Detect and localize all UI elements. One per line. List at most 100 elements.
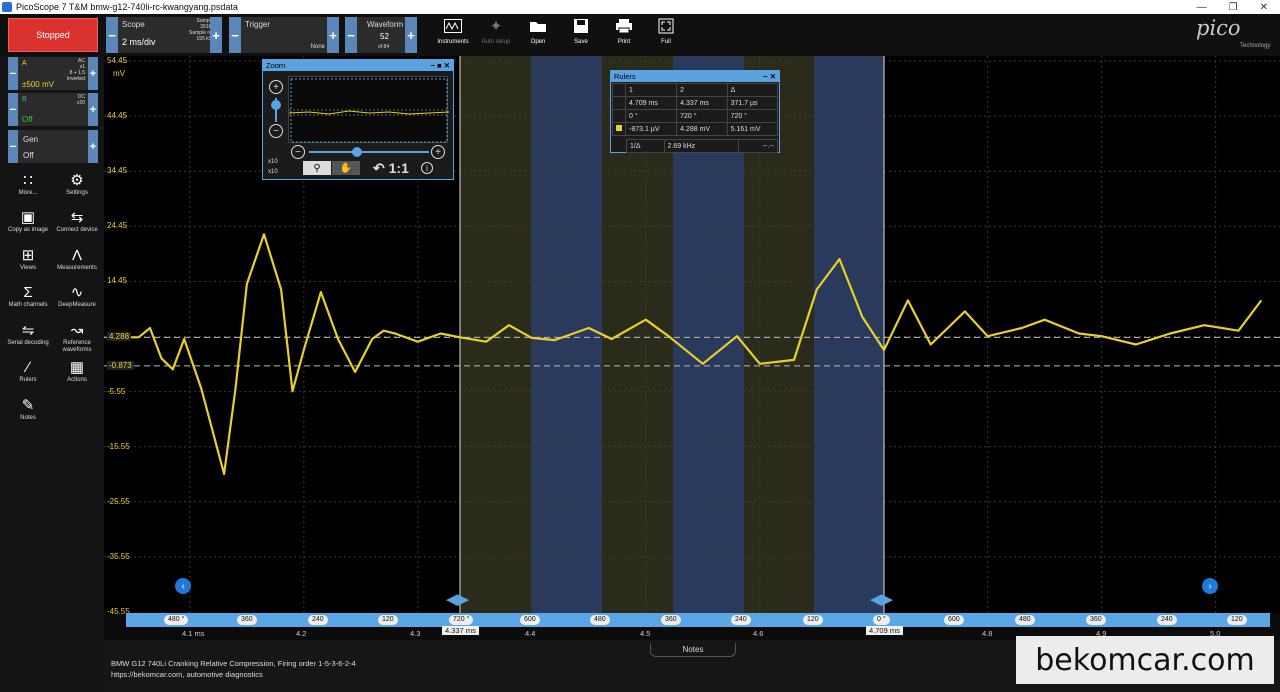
- sidebar-item-rulers[interactable]: ∕ Rulers: [2, 357, 54, 384]
- gen-decrease-button[interactable]: −: [8, 130, 18, 163]
- waveform-index[interactable]: 52: [380, 32, 389, 41]
- pan-hand-icon[interactable]: ✋: [332, 161, 360, 175]
- close-icon[interactable]: ✕: [1260, 2, 1268, 13]
- waveform-panel: − Waveform 52 of 84 +: [345, 17, 417, 53]
- notes-text[interactable]: BMW G12 740Li Cranking Relative Compress…: [111, 658, 356, 680]
- sidebar-item-actions[interactable]: ▦ Actions: [51, 357, 103, 384]
- clapper-icon: ▦: [69, 358, 85, 376]
- notes-tab[interactable]: Notes: [650, 643, 736, 657]
- scope-increase-button[interactable]: +: [210, 17, 222, 53]
- sidebar-item-measurements[interactable]: Λ Measurements: [51, 245, 103, 272]
- full-screen-button[interactable]: Full: [646, 18, 686, 52]
- channel-a-panel[interactable]: − A ±500 mV AC x1 8 + 1.5 Inverted +: [8, 57, 98, 90]
- printer-icon: [615, 18, 633, 34]
- ruler-2-handle[interactable]: ◀▶: [870, 590, 893, 608]
- title-bar: PicoScope 7 T&M bmw-g12-740li-rc-kwangya…: [0, 0, 1280, 14]
- minimize-icon[interactable]: —: [1197, 2, 1207, 13]
- zoom-y-slider-thumb[interactable]: [271, 100, 281, 110]
- zoom-reset-button[interactable]: ↶ 1:1: [373, 160, 409, 177]
- y-tick-label: -5.55: [107, 386, 126, 396]
- save-label: Save: [574, 39, 588, 45]
- sidebar-item-serial-decoding[interactable]: ⇋ Serial decoding: [2, 320, 54, 347]
- zoom-x-slider-thumb[interactable]: [352, 147, 362, 157]
- trigger-increase-button[interactable]: +: [327, 17, 339, 53]
- reference-icon: ↝: [70, 321, 84, 339]
- ruler-time-label: 4.709 ms: [866, 626, 903, 635]
- channel-b-panel[interactable]: − B Off DC x20 +: [8, 93, 98, 126]
- x-tick-label: 600: [944, 615, 964, 625]
- ruler-1-handle[interactable]: ◀▶: [446, 590, 469, 608]
- sidebar-item-label: Serial decoding: [7, 340, 49, 346]
- ruler-delta-angle: 720 °: [726, 109, 779, 123]
- sidebar-item-connect-device[interactable]: ⇆ Connect device: [51, 207, 103, 234]
- sidebar-item-settings[interactable]: ⚙ Settings: [51, 170, 103, 197]
- scroll-right-icon[interactable]: ›: [1202, 578, 1218, 594]
- usb-icon: ⇆: [70, 208, 84, 226]
- channel-b-increase-button[interactable]: +: [88, 93, 98, 126]
- generator-panel[interactable]: − Gen Off +: [8, 130, 98, 163]
- gear-icon: ⚙: [70, 171, 84, 189]
- info-icon[interactable]: i: [421, 162, 433, 174]
- rulers-header-cell: [612, 83, 626, 97]
- waveform-prev-button[interactable]: −: [345, 17, 357, 53]
- wave-icon: ∿: [70, 283, 84, 301]
- auto-setup-button[interactable]: ✦ Auto setup: [476, 18, 516, 52]
- zoom-window[interactable]: Zoom − ■ ✕ + − − + x10 x10 ⚲ ✋ ↶ 1:1 i: [262, 59, 454, 180]
- rulers-close-icon[interactable]: − ✕: [763, 72, 776, 81]
- y-tick-label: 34.45: [107, 166, 128, 176]
- zoom-x-slider[interactable]: [309, 151, 429, 153]
- waveform-next-button[interactable]: +: [405, 17, 417, 53]
- x-tick-label: 600: [520, 615, 540, 625]
- sidebar-item-copy-image[interactable]: ▣ Copy as image: [2, 207, 54, 234]
- x-tick-label: 0 °: [873, 615, 890, 625]
- gen-state[interactable]: Off: [23, 151, 34, 160]
- channel-b-probe[interactable]: x20: [77, 100, 85, 106]
- run-stop-button[interactable]: Stopped: [8, 18, 98, 52]
- app-icon: [2, 2, 12, 12]
- sidebar-item-math-channels[interactable]: Σ Math channels: [2, 282, 54, 309]
- zoom-in-icon[interactable]: +: [269, 80, 283, 94]
- sidebar-item-views[interactable]: ⊞ Views: [2, 245, 54, 272]
- channel-a-range[interactable]: ±500 mV: [22, 80, 54, 89]
- channel-b-state[interactable]: Off: [22, 115, 33, 124]
- waveform-label: Waveform: [367, 20, 404, 29]
- notes-line-2: https://bekomcar.com, automotive diagnos…: [111, 670, 263, 679]
- channel-a-decrease-button[interactable]: −: [8, 57, 18, 90]
- zoom-magnifier-icon[interactable]: ⚲: [303, 161, 331, 175]
- channel-b-decrease-button[interactable]: −: [8, 93, 18, 126]
- scope-decrease-button[interactable]: −: [106, 17, 118, 53]
- open-label: Open: [530, 39, 546, 45]
- zoom-x-in-icon[interactable]: +: [431, 145, 445, 159]
- serial-icon: ⇋: [21, 321, 35, 339]
- scope-label: Scope: [122, 20, 145, 29]
- channel-a-increase-button[interactable]: +: [88, 57, 98, 90]
- zoom-out-icon[interactable]: −: [269, 124, 283, 138]
- ruler-1-angle: 0 °: [624, 109, 678, 123]
- zoom-close-icon[interactable]: − ■ ✕: [431, 61, 450, 70]
- sidebar-item-more[interactable]: ∷ More...: [2, 170, 54, 197]
- trigger-mode[interactable]: None: [311, 44, 325, 50]
- zoom-overview[interactable]: [288, 76, 450, 143]
- print-button[interactable]: Print: [604, 18, 644, 52]
- sidebar-item-reference-waveforms[interactable]: ↝ Reference waveforms: [51, 320, 103, 354]
- image-icon: ▣: [20, 208, 36, 226]
- grid-icon: ∷: [23, 171, 33, 189]
- sidebar-item-deepmeasure[interactable]: ∿ DeepMeasure: [51, 282, 103, 309]
- sidebar-item-notes[interactable]: ✎ Notes: [2, 395, 54, 422]
- instruments-button[interactable]: Instruments: [433, 18, 473, 52]
- open-button[interactable]: Open: [518, 18, 558, 52]
- rulers-window[interactable]: Rulers − ✕ 12Δ 4.709 ms 4.337 ms 371.7 µs 0…: [610, 70, 780, 153]
- restore-icon[interactable]: ❐: [1229, 2, 1238, 13]
- trigger-decrease-button[interactable]: −: [229, 17, 241, 53]
- time-axis-label: 4.6: [753, 629, 764, 638]
- inverse-delta-label: 1/Δ: [626, 139, 665, 153]
- save-button[interactable]: Save: [561, 18, 601, 52]
- x-tick-label: 120: [1227, 615, 1247, 625]
- x-tick-label: 240: [1157, 615, 1177, 625]
- y-tick-label: 54.45: [107, 56, 128, 65]
- instruments-label: Instruments: [437, 39, 469, 45]
- timebase-value[interactable]: 2 ms/div: [122, 37, 156, 47]
- scroll-left-icon[interactable]: ‹: [175, 578, 191, 594]
- gen-increase-button[interactable]: +: [88, 130, 98, 163]
- zoom-x-out-icon[interactable]: −: [291, 145, 305, 159]
